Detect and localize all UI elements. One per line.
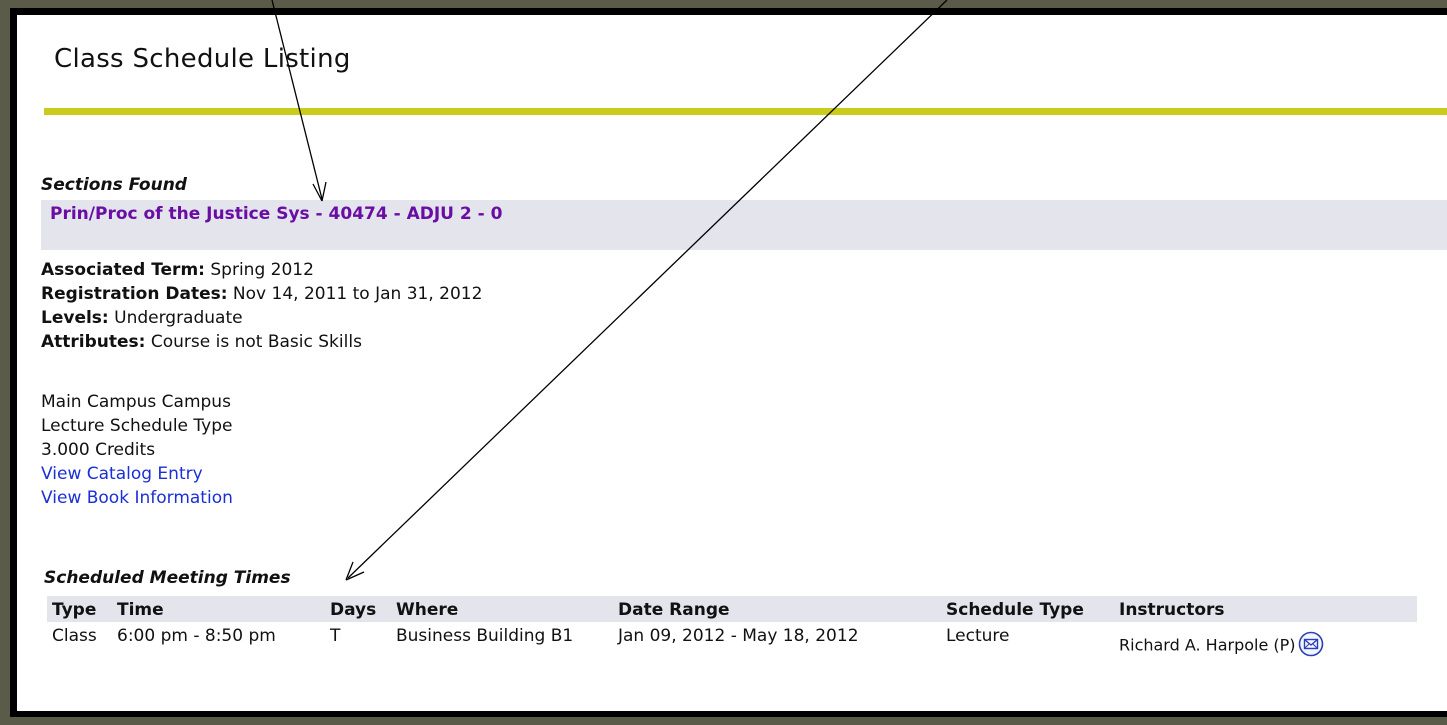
levels-label: Levels: [41,308,109,328]
page-content: Class Schedule Listing Sections Found Pr… [17,15,1447,711]
cell-date-range: Jan 09, 2012 - May 18, 2012 [618,626,859,646]
attributes-value: Course is not Basic Skills [145,332,362,352]
col-header-type: Type [47,596,112,622]
cell-type: Class [52,626,97,646]
view-catalog-entry-link[interactable]: View Catalog Entry [41,462,233,486]
table-header-row: Type Time Days Where Date Range Schedule… [47,596,1417,622]
associated-term-row: Associated Term: Spring 2012 [41,258,482,282]
meeting-times-table: Type Time Days Where Date Range Schedule… [47,596,1417,663]
registration-dates-value: Nov 14, 2011 to Jan 31, 2012 [227,284,483,304]
col-header-days: Days [325,596,391,622]
cell-where: Business Building B1 [396,626,574,646]
levels-value: Undergraduate [108,308,243,328]
view-book-information-link[interactable]: View Book Information [41,486,233,510]
attributes-row: Attributes: Course is not Basic Skills [41,330,482,354]
window-frame: Class Schedule Listing Sections Found Pr… [0,0,1447,725]
credits-text: 3.000 Credits [41,440,156,460]
col-header-time: Time [112,596,325,622]
instructor-name: Richard A. Harpole (P) [1119,635,1296,655]
section-header-band: Prin/Proc of the Justice Sys - 40474 - A… [41,200,1447,250]
section-details: Associated Term: Spring 2012 Registratio… [41,258,482,354]
col-header-where: Where [391,596,613,622]
scheduled-meeting-times-heading: Scheduled Meeting Times [44,568,291,588]
col-header-schedule-type: Schedule Type [941,596,1114,622]
cell-schedule-type: Lecture [946,626,1010,646]
associated-term-value: Spring 2012 [204,260,314,280]
campus-text: Main Campus Campus [41,392,231,412]
table-row: Class 6:00 pm - 8:50 pm T Business Build… [47,622,1417,663]
cell-time: 6:00 pm - 8:50 pm [117,626,276,646]
col-header-date-range: Date Range [613,596,941,622]
section-extra-info: Main Campus Campus Lecture Schedule Type… [41,390,233,510]
schedule-type-text: Lecture Schedule Type [41,416,233,436]
col-header-instructors: Instructors [1114,596,1417,622]
section-title-link[interactable]: Prin/Proc of the Justice Sys - 40474 - A… [50,204,502,224]
page-title: Class Schedule Listing [54,44,351,74]
attributes-label: Attributes: [41,332,146,352]
registration-dates-row: Registration Dates: Nov 14, 2011 to Jan … [41,282,482,306]
email-icon[interactable] [1298,631,1324,661]
title-divider [44,108,1447,115]
sections-found-heading: Sections Found [41,175,187,195]
cell-days: T [330,626,341,646]
associated-term-label: Associated Term: [41,260,205,280]
registration-dates-label: Registration Dates: [41,284,228,304]
levels-row: Levels: Undergraduate [41,306,482,330]
cell-instructor: Richard A. Harpole (P) [1114,622,1417,663]
